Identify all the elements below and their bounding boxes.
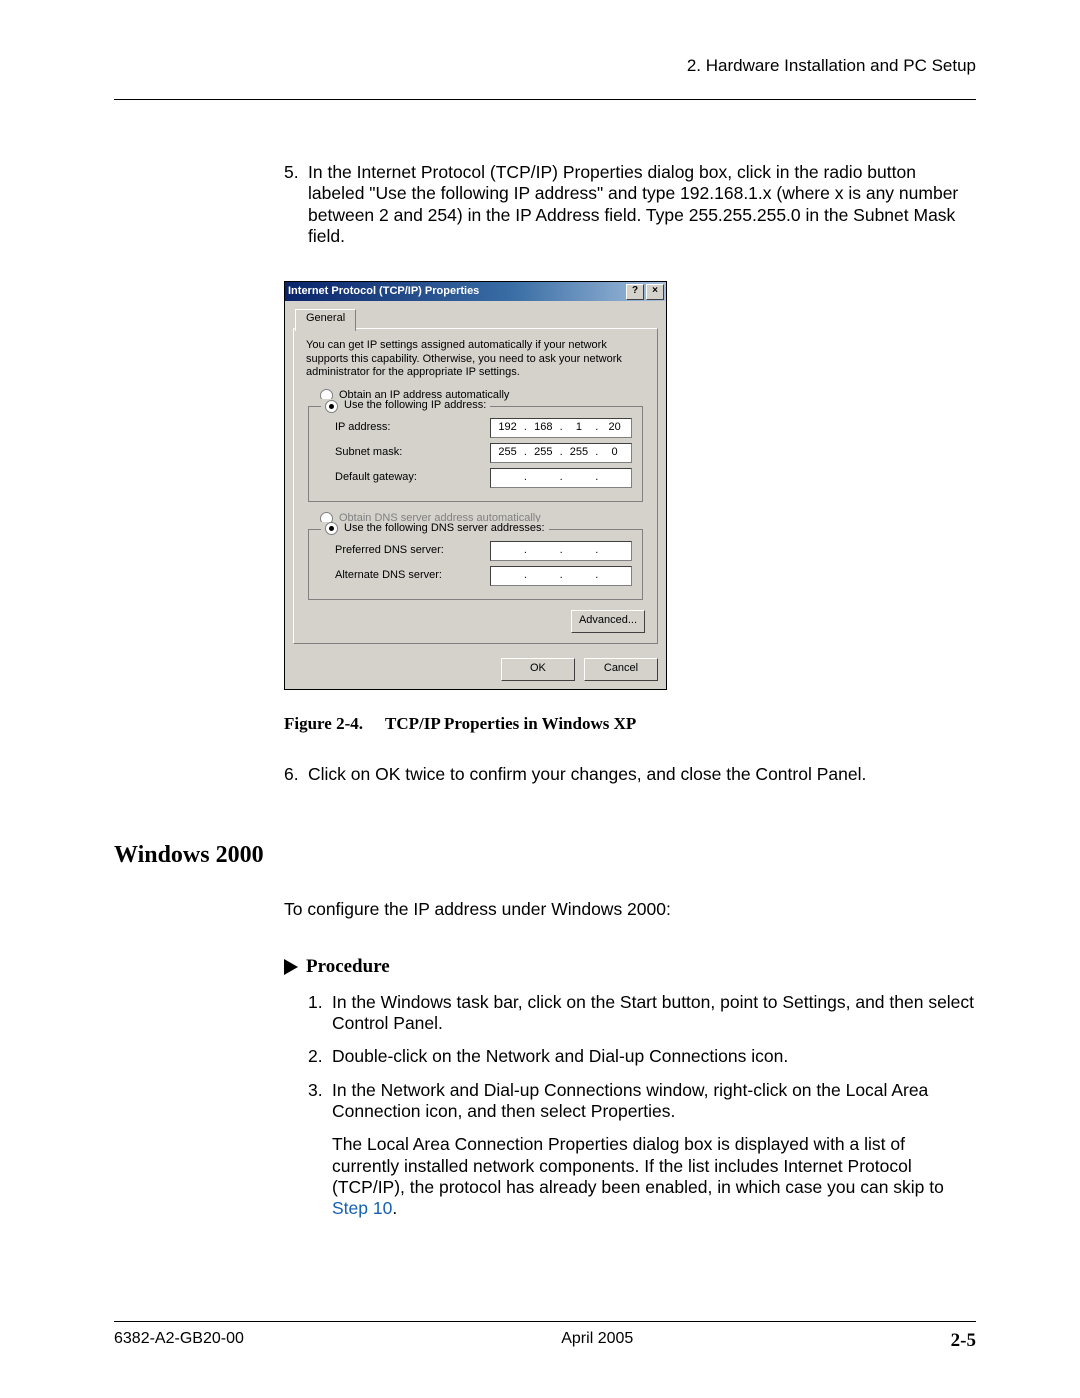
arrow-right-icon	[284, 959, 298, 975]
chapter-header: 2. Hardware Installation and PC Setup	[114, 56, 976, 76]
dialog-info: You can get IP settings assigned automat…	[306, 339, 645, 379]
step-5: 5. In the Internet Protocol (TCP/IP) Pro…	[284, 162, 976, 247]
cancel-button[interactable]: Cancel	[584, 658, 658, 681]
radio-label: Use the following DNS server addresses:	[344, 522, 545, 535]
procedure-heading: Procedure	[284, 956, 976, 978]
tab-header: General	[293, 309, 658, 329]
proc-step-2: 2. Double-click on the Network and Dial-…	[308, 1046, 976, 1067]
figure-title: TCP/IP Properties in Windows XP	[385, 714, 636, 733]
tab-panel: You can get IP settings assigned automat…	[293, 328, 658, 643]
step-text: In the Internet Protocol (TCP/IP) Proper…	[308, 162, 976, 247]
advanced-button[interactable]: Advanced...	[571, 610, 645, 633]
step-text: Double-click on the Network and Dial-up …	[332, 1046, 976, 1067]
adns-input[interactable]: . . .	[490, 566, 632, 586]
figure-caption: Figure 2-4. TCP/IP Properties in Windows …	[284, 714, 976, 735]
note-text-a: The Local Area Connection Properties dia…	[332, 1134, 944, 1197]
step-number: 1.	[308, 992, 332, 1035]
ip-input[interactable]: 192. 168. 1. 20	[490, 418, 632, 438]
doc-date: April 2005	[561, 1330, 633, 1352]
doc-number: 6382-A2-GB20-00	[114, 1330, 244, 1352]
proc-step-3: 3. In the Network and Dial-up Connection…	[308, 1080, 976, 1123]
radio-icon	[325, 522, 338, 535]
procedure-list: 1. In the Windows task bar, click on the…	[308, 992, 976, 1220]
advanced-row: Advanced...	[306, 610, 645, 633]
radio-label: Use the following IP address:	[344, 399, 486, 412]
dialog-buttons: OK Cancel	[285, 652, 666, 689]
step-number: 5.	[284, 162, 308, 247]
ip-groupbox: Use the following IP address: IP address…	[308, 406, 643, 501]
header-rule	[114, 99, 976, 100]
dialog-titlebar: Internet Protocol (TCP/IP) Properties ? …	[285, 282, 666, 301]
page-number: 2-5	[951, 1330, 976, 1352]
gateway-input[interactable]: . . .	[490, 468, 632, 488]
help-icon[interactable]: ?	[626, 284, 644, 300]
close-icon[interactable]: ×	[646, 284, 664, 300]
section-heading: Windows 2000	[114, 842, 976, 869]
step-text: In the Windows task bar, click on the St…	[332, 992, 976, 1035]
step10-link[interactable]: Step 10	[332, 1198, 392, 1218]
field-label: IP address:	[335, 421, 490, 434]
ok-button[interactable]: OK	[501, 658, 575, 681]
field-label: Subnet mask:	[335, 446, 490, 459]
radio-use-ip[interactable]: Use the following IP address:	[321, 399, 490, 412]
document-page: 2. Hardware Installation and PC Setup 5.…	[0, 0, 1080, 1398]
figure-label: Figure 2-4.	[284, 714, 363, 733]
field-label: Preferred DNS server:	[335, 544, 490, 557]
step-number: 6.	[284, 764, 308, 785]
dialog-body: General You can get IP settings assigned…	[285, 301, 666, 651]
step-text: Click on OK twice to confirm your change…	[308, 764, 976, 785]
tcpip-dialog: Internet Protocol (TCP/IP) Properties ? …	[284, 281, 667, 689]
body-area: 5. In the Internet Protocol (TCP/IP) Pro…	[284, 162, 976, 786]
field-ip: IP address: 192. 168. 1. 20	[319, 418, 632, 438]
step-text: In the Network and Dial-up Connections w…	[332, 1080, 976, 1123]
note-text-b: .	[392, 1198, 397, 1218]
dialog-title: Internet Protocol (TCP/IP) Properties	[288, 285, 624, 298]
footer-rule	[114, 1321, 976, 1322]
procedure-label: Procedure	[306, 956, 390, 978]
dns-groupbox: Use the following DNS server addresses: …	[308, 529, 643, 599]
field-gateway: Default gateway: . . .	[319, 468, 632, 488]
field-label: Alternate DNS server:	[335, 569, 490, 582]
radio-icon	[325, 400, 338, 413]
step-number: 3.	[308, 1080, 332, 1123]
step-6: 6. Click on OK twice to confirm your cha…	[284, 764, 976, 785]
radio-use-dns[interactable]: Use the following DNS server addresses:	[321, 522, 549, 535]
tab-general[interactable]: General	[295, 309, 356, 331]
field-mask: Subnet mask: 255. 255. 255. 0	[319, 443, 632, 463]
field-adns: Alternate DNS server: . . .	[319, 566, 632, 586]
field-pdns: Preferred DNS server: . . .	[319, 541, 632, 561]
step-number: 2.	[308, 1046, 332, 1067]
mask-input[interactable]: 255. 255. 255. 0	[490, 443, 632, 463]
page-footer: 6382-A2-GB20-00 April 2005 2-5	[114, 1321, 976, 1352]
intro-text: To configure the IP address under Window…	[284, 899, 976, 920]
pdns-input[interactable]: . . .	[490, 541, 632, 561]
proc-note: The Local Area Connection Properties dia…	[332, 1134, 976, 1219]
field-label: Default gateway:	[335, 471, 490, 484]
proc-step-1: 1. In the Windows task bar, click on the…	[308, 992, 976, 1035]
